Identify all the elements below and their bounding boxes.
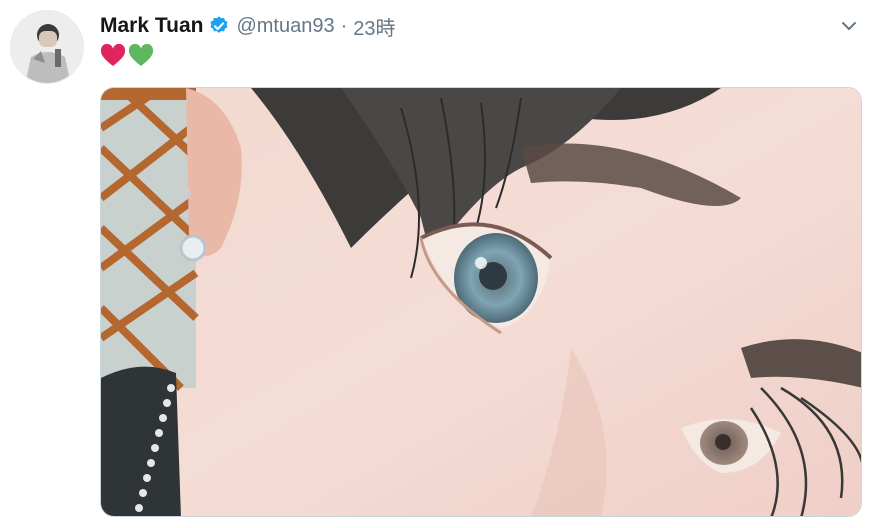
avatar-photo-icon [11, 11, 83, 83]
tweet: Mark Tuan @mtuan93 · 23時 [0, 0, 875, 528]
red-heart-icon [100, 44, 126, 66]
tweet-photo[interactable] [100, 87, 862, 517]
avatar[interactable] [10, 10, 84, 84]
tweet-menu-button[interactable] [835, 12, 863, 40]
tweet-text [100, 44, 154, 68]
author-handle[interactable]: @mtuan93 [236, 15, 334, 38]
separator: · [340, 14, 348, 37]
author-name[interactable]: Mark Tuan [100, 14, 203, 38]
selfie-photo-icon [101, 88, 861, 516]
tweet-header: Mark Tuan @mtuan93 · 23時 [100, 12, 396, 40]
chevron-down-icon [842, 22, 856, 30]
green-heart-icon [128, 44, 154, 66]
timestamp[interactable]: 23時 [353, 12, 395, 41]
verified-badge-icon [208, 15, 230, 37]
